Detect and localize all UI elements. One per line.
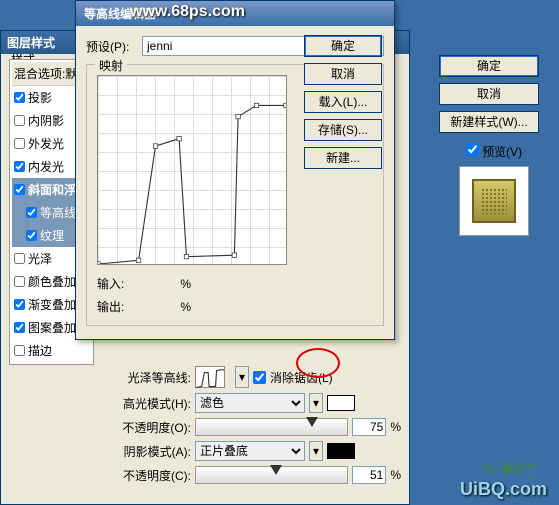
- style-label: 外发光: [28, 135, 64, 152]
- style-label: 颜色叠加: [28, 273, 76, 290]
- style-checkbox[interactable]: [14, 276, 25, 287]
- contour-editor-dialog: 等高线编辑器 预设(P): ▾ 映射 输入:% 输出:% 确定 取消 载: [75, 0, 395, 340]
- highlight-opacity-input[interactable]: [352, 418, 386, 436]
- style-checkbox[interactable]: [26, 207, 37, 218]
- preview-label: 预览(V): [466, 145, 522, 159]
- input-label: 输入:: [97, 275, 124, 292]
- percent-label-2: %: [390, 468, 401, 482]
- output-percent: %: [180, 300, 191, 314]
- watermark-uibq: UiBQ.com: [460, 479, 547, 500]
- shadow-opacity-slider[interactable]: [195, 466, 348, 484]
- style-label: 纹理: [40, 227, 64, 244]
- style-label: 内阴影: [28, 112, 64, 129]
- watermark-ps: Ps 爱好者: [484, 460, 537, 477]
- watermark-url: www.68ps.com: [130, 3, 245, 21]
- style-label: 投影: [28, 89, 52, 106]
- style-checkbox[interactable]: [14, 299, 25, 310]
- input-percent: %: [180, 277, 191, 291]
- cancel-button[interactable]: 取消: [439, 83, 539, 105]
- style-label: 等高线: [40, 204, 76, 221]
- contour-curve-grid[interactable]: [97, 75, 287, 265]
- shadow-opacity-input[interactable]: [352, 466, 386, 484]
- style-label: 渐变叠加: [28, 296, 76, 313]
- style-checkbox[interactable]: [26, 230, 37, 241]
- ce-new-button[interactable]: 新建...: [304, 147, 382, 169]
- style-checkbox[interactable]: [14, 322, 25, 333]
- dialog-right-buttons: 确定 取消 新建样式(W)... 预览(V): [439, 55, 549, 242]
- preview-checkbox[interactable]: [466, 143, 479, 156]
- style-label: 光泽: [28, 250, 52, 267]
- style-checkbox[interactable]: [14, 138, 25, 149]
- highlight-mode-select[interactable]: 滤色: [195, 393, 305, 413]
- style-label: 内发光: [28, 158, 64, 175]
- ce-cancel-button[interactable]: 取消: [304, 63, 382, 85]
- highlight-opacity-slider[interactable]: [195, 418, 348, 436]
- ce-save-button[interactable]: 存储(S)...: [304, 119, 382, 141]
- style-label: 描边: [28, 342, 52, 359]
- style-checkbox[interactable]: [14, 115, 25, 126]
- shadow-mode-select[interactable]: 正片叠底: [195, 441, 305, 461]
- gloss-contour-picker[interactable]: [195, 366, 225, 388]
- shadow-color-swatch[interactable]: [327, 443, 355, 459]
- style-label: 图案叠加: [28, 319, 76, 336]
- style-checkbox[interactable]: [14, 161, 25, 172]
- highlight-color-swatch[interactable]: [327, 395, 355, 411]
- preview-thumbnail: [459, 166, 529, 236]
- style-checkbox[interactable]: [14, 253, 25, 264]
- gloss-contour-label: 光泽等高线:: [101, 369, 191, 386]
- ce-ok-button[interactable]: 确定: [304, 35, 382, 57]
- highlight-mode-dropdown-icon[interactable]: ▾: [309, 393, 323, 413]
- ce-load-button[interactable]: 载入(L)...: [304, 91, 382, 113]
- ok-button[interactable]: 确定: [439, 55, 539, 77]
- output-label: 输出:: [97, 298, 124, 315]
- map-group-label: 映射: [95, 57, 127, 74]
- style-row-11[interactable]: 描边: [12, 339, 91, 362]
- style-checkbox[interactable]: [14, 92, 25, 103]
- shadow-opacity-label: 不透明度(C):: [101, 467, 191, 484]
- percent-label: %: [390, 420, 401, 434]
- anti-alias-label: 消除锯齿(L): [270, 369, 333, 386]
- preset-label: 预设(P):: [86, 38, 136, 55]
- anti-alias-checkbox[interactable]: [253, 371, 266, 384]
- style-checkbox[interactable]: [14, 184, 25, 195]
- new-style-button[interactable]: 新建样式(W)...: [439, 111, 539, 133]
- highlight-mode-label: 高光模式(H):: [101, 395, 191, 412]
- style-checkbox[interactable]: [14, 345, 25, 356]
- contour-dropdown-icon[interactable]: ▾: [235, 366, 249, 388]
- shadow-mode-label: 阴影模式(A):: [101, 443, 191, 460]
- highlight-opacity-label: 不透明度(O):: [101, 419, 191, 436]
- shadow-mode-dropdown-icon[interactable]: ▾: [309, 441, 323, 461]
